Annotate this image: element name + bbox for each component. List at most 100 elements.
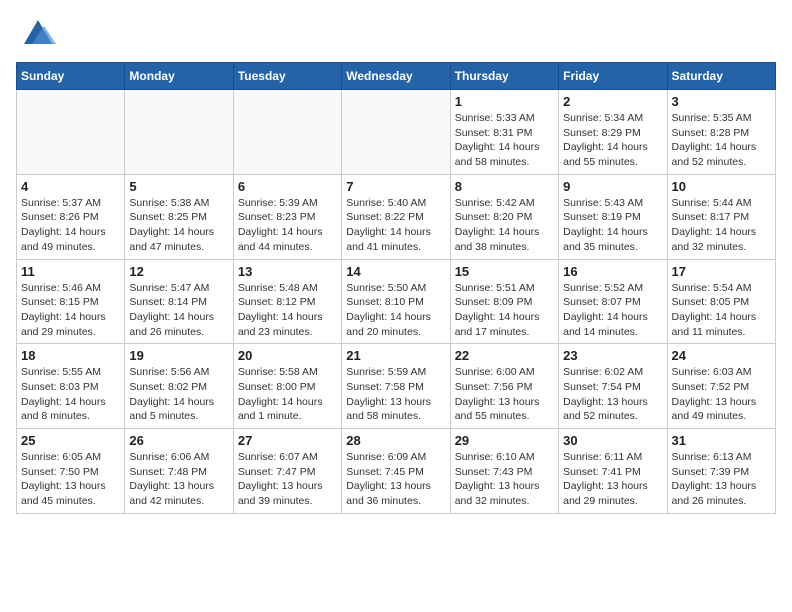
day-info: Sunrise: 5:37 AM Sunset: 8:26 PM Dayligh… xyxy=(21,196,120,255)
header xyxy=(16,16,776,52)
day-info: Sunrise: 5:48 AM Sunset: 8:12 PM Dayligh… xyxy=(238,281,337,340)
day-number: 26 xyxy=(129,433,228,448)
day-info: Sunrise: 5:39 AM Sunset: 8:23 PM Dayligh… xyxy=(238,196,337,255)
calendar-cell: 30 Sunrise: 6:11 AM Sunset: 7:41 PM Dayli… xyxy=(559,429,667,514)
day-number: 22 xyxy=(455,348,554,363)
day-number: 25 xyxy=(21,433,120,448)
calendar-cell: 29Sunrise: 6:10 AM Sunset: 7:43 PM Dayli… xyxy=(450,429,558,514)
day-number: 24 xyxy=(672,348,771,363)
weekday-header-saturday: Saturday xyxy=(667,63,775,90)
day-info: Sunrise: 6:02 AM Sunset: 7:54 PM Dayligh… xyxy=(563,365,662,424)
calendar-cell: 20Sunrise: 5:58 AM Sunset: 8:00 PM Dayli… xyxy=(233,344,341,429)
day-number: 7 xyxy=(346,179,445,194)
calendar-cell xyxy=(342,90,450,175)
day-info: Sunrise: 5:47 AM Sunset: 8:14 PM Dayligh… xyxy=(129,281,228,340)
calendar-cell xyxy=(17,90,125,175)
day-number: 18 xyxy=(21,348,120,363)
weekday-header-row: SundayMondayTuesdayWednesdayThursdayFrid… xyxy=(17,63,776,90)
day-number: 2 xyxy=(563,94,662,109)
calendar-cell: 26Sunrise: 6:06 AM Sunset: 7:48 PM Dayli… xyxy=(125,429,233,514)
logo-icon xyxy=(20,16,56,52)
calendar-cell: 4 Sunrise: 5:37 AM Sunset: 8:26 PM Daylig… xyxy=(17,174,125,259)
day-number: 4 xyxy=(21,179,120,194)
day-info: Sunrise: 6:05 AM Sunset: 7:50 PM Dayligh… xyxy=(21,450,120,509)
calendar-cell: 31 Sunrise: 6:13 AM Sunset: 7:39 PM Dayli… xyxy=(667,429,775,514)
calendar-cell: 28 Sunrise: 6:09 AM Sunset: 7:45 PM Dayli… xyxy=(342,429,450,514)
week-row-2: 4 Sunrise: 5:37 AM Sunset: 8:26 PM Daylig… xyxy=(17,174,776,259)
day-info: Sunrise: 5:43 AM Sunset: 8:19 PM Dayligh… xyxy=(563,196,662,255)
calendar-cell: 7 Sunrise: 5:40 AM Sunset: 8:22 PM Daylig… xyxy=(342,174,450,259)
day-number: 3 xyxy=(672,94,771,109)
day-info: Sunrise: 5:38 AM Sunset: 8:25 PM Dayligh… xyxy=(129,196,228,255)
day-info: Sunrise: 5:51 AM Sunset: 8:09 PM Dayligh… xyxy=(455,281,554,340)
calendar-cell: 25 Sunrise: 6:05 AM Sunset: 7:50 PM Dayli… xyxy=(17,429,125,514)
day-info: Sunrise: 6:00 AM Sunset: 7:56 PM Dayligh… xyxy=(455,365,554,424)
day-number: 6 xyxy=(238,179,337,194)
day-info: Sunrise: 5:55 AM Sunset: 8:03 PM Dayligh… xyxy=(21,365,120,424)
day-info: Sunrise: 6:07 AM Sunset: 7:47 PM Dayligh… xyxy=(238,450,337,509)
weekday-header-monday: Monday xyxy=(125,63,233,90)
day-number: 1 xyxy=(455,94,554,109)
day-number: 9 xyxy=(563,179,662,194)
calendar-cell: 24 Sunrise: 6:03 AM Sunset: 7:52 PM Dayli… xyxy=(667,344,775,429)
calendar: SundayMondayTuesdayWednesdayThursdayFrid… xyxy=(16,62,776,514)
day-info: Sunrise: 5:54 AM Sunset: 8:05 PM Dayligh… xyxy=(672,281,771,340)
calendar-cell: 1 Sunrise: 5:33 AM Sunset: 8:31 PM Daylig… xyxy=(450,90,558,175)
day-info: Sunrise: 5:58 AM Sunset: 8:00 PM Dayligh… xyxy=(238,365,337,424)
calendar-cell: 17 Sunrise: 5:54 AM Sunset: 8:05 PM Dayli… xyxy=(667,259,775,344)
day-info: Sunrise: 6:11 AM Sunset: 7:41 PM Dayligh… xyxy=(563,450,662,509)
calendar-cell xyxy=(125,90,233,175)
day-number: 12 xyxy=(129,264,228,279)
calendar-cell: 19 Sunrise: 5:56 AM Sunset: 8:02 PM Dayli… xyxy=(125,344,233,429)
day-info: Sunrise: 6:10 AM Sunset: 7:43 PM Dayligh… xyxy=(455,450,554,509)
day-number: 19 xyxy=(129,348,228,363)
day-info: Sunrise: 5:35 AM Sunset: 8:28 PM Dayligh… xyxy=(672,111,771,170)
day-number: 31 xyxy=(672,433,771,448)
day-number: 30 xyxy=(563,433,662,448)
day-info: Sunrise: 5:42 AM Sunset: 8:20 PM Dayligh… xyxy=(455,196,554,255)
day-info: Sunrise: 5:40 AM Sunset: 8:22 PM Dayligh… xyxy=(346,196,445,255)
calendar-cell: 15 Sunrise: 5:51 AM Sunset: 8:09 PM Dayli… xyxy=(450,259,558,344)
calendar-cell: 14 Sunrise: 5:50 AM Sunset: 8:10 PM Dayli… xyxy=(342,259,450,344)
calendar-cell: 12 Sunrise: 5:47 AM Sunset: 8:14 PM Dayli… xyxy=(125,259,233,344)
calendar-cell: 11 Sunrise: 5:46 AM Sunset: 8:15 PM Dayli… xyxy=(17,259,125,344)
day-number: 11 xyxy=(21,264,120,279)
day-info: Sunrise: 6:09 AM Sunset: 7:45 PM Dayligh… xyxy=(346,450,445,509)
day-number: 5 xyxy=(129,179,228,194)
day-number: 16 xyxy=(563,264,662,279)
week-row-5: 25 Sunrise: 6:05 AM Sunset: 7:50 PM Dayli… xyxy=(17,429,776,514)
day-info: Sunrise: 5:50 AM Sunset: 8:10 PM Dayligh… xyxy=(346,281,445,340)
day-info: Sunrise: 5:52 AM Sunset: 8:07 PM Dayligh… xyxy=(563,281,662,340)
day-info: Sunrise: 5:56 AM Sunset: 8:02 PM Dayligh… xyxy=(129,365,228,424)
day-number: 17 xyxy=(672,264,771,279)
week-row-1: 1 Sunrise: 5:33 AM Sunset: 8:31 PM Daylig… xyxy=(17,90,776,175)
day-number: 28 xyxy=(346,433,445,448)
day-info: Sunrise: 5:33 AM Sunset: 8:31 PM Dayligh… xyxy=(455,111,554,170)
day-number: 15 xyxy=(455,264,554,279)
calendar-cell: 27Sunrise: 6:07 AM Sunset: 7:47 PM Dayli… xyxy=(233,429,341,514)
weekday-header-sunday: Sunday xyxy=(17,63,125,90)
calendar-cell: 21Sunrise: 5:59 AM Sunset: 7:58 PM Dayli… xyxy=(342,344,450,429)
logo xyxy=(16,16,56,52)
week-row-4: 18 Sunrise: 5:55 AM Sunset: 8:03 PM Dayli… xyxy=(17,344,776,429)
calendar-cell: 5 Sunrise: 5:38 AM Sunset: 8:25 PM Daylig… xyxy=(125,174,233,259)
weekday-header-tuesday: Tuesday xyxy=(233,63,341,90)
day-number: 14 xyxy=(346,264,445,279)
day-number: 23 xyxy=(563,348,662,363)
calendar-cell: 18 Sunrise: 5:55 AM Sunset: 8:03 PM Dayli… xyxy=(17,344,125,429)
day-info: Sunrise: 6:13 AM Sunset: 7:39 PM Dayligh… xyxy=(672,450,771,509)
calendar-cell: 22 Sunrise: 6:00 AM Sunset: 7:56 PM Dayli… xyxy=(450,344,558,429)
day-number: 10 xyxy=(672,179,771,194)
weekday-header-thursday: Thursday xyxy=(450,63,558,90)
day-info: Sunrise: 5:46 AM Sunset: 8:15 PM Dayligh… xyxy=(21,281,120,340)
calendar-cell: 23 Sunrise: 6:02 AM Sunset: 7:54 PM Dayli… xyxy=(559,344,667,429)
calendar-cell: 2Sunrise: 5:34 AM Sunset: 8:29 PM Daylig… xyxy=(559,90,667,175)
day-info: Sunrise: 5:44 AM Sunset: 8:17 PM Dayligh… xyxy=(672,196,771,255)
calendar-cell: 3 Sunrise: 5:35 AM Sunset: 8:28 PM Daylig… xyxy=(667,90,775,175)
day-info: Sunrise: 6:03 AM Sunset: 7:52 PM Dayligh… xyxy=(672,365,771,424)
day-info: Sunrise: 5:59 AM Sunset: 7:58 PM Dayligh… xyxy=(346,365,445,424)
weekday-header-friday: Friday xyxy=(559,63,667,90)
calendar-cell: 8Sunrise: 5:42 AM Sunset: 8:20 PM Daylig… xyxy=(450,174,558,259)
calendar-cell: 13Sunrise: 5:48 AM Sunset: 8:12 PM Dayli… xyxy=(233,259,341,344)
calendar-cell: 6 Sunrise: 5:39 AM Sunset: 8:23 PM Daylig… xyxy=(233,174,341,259)
